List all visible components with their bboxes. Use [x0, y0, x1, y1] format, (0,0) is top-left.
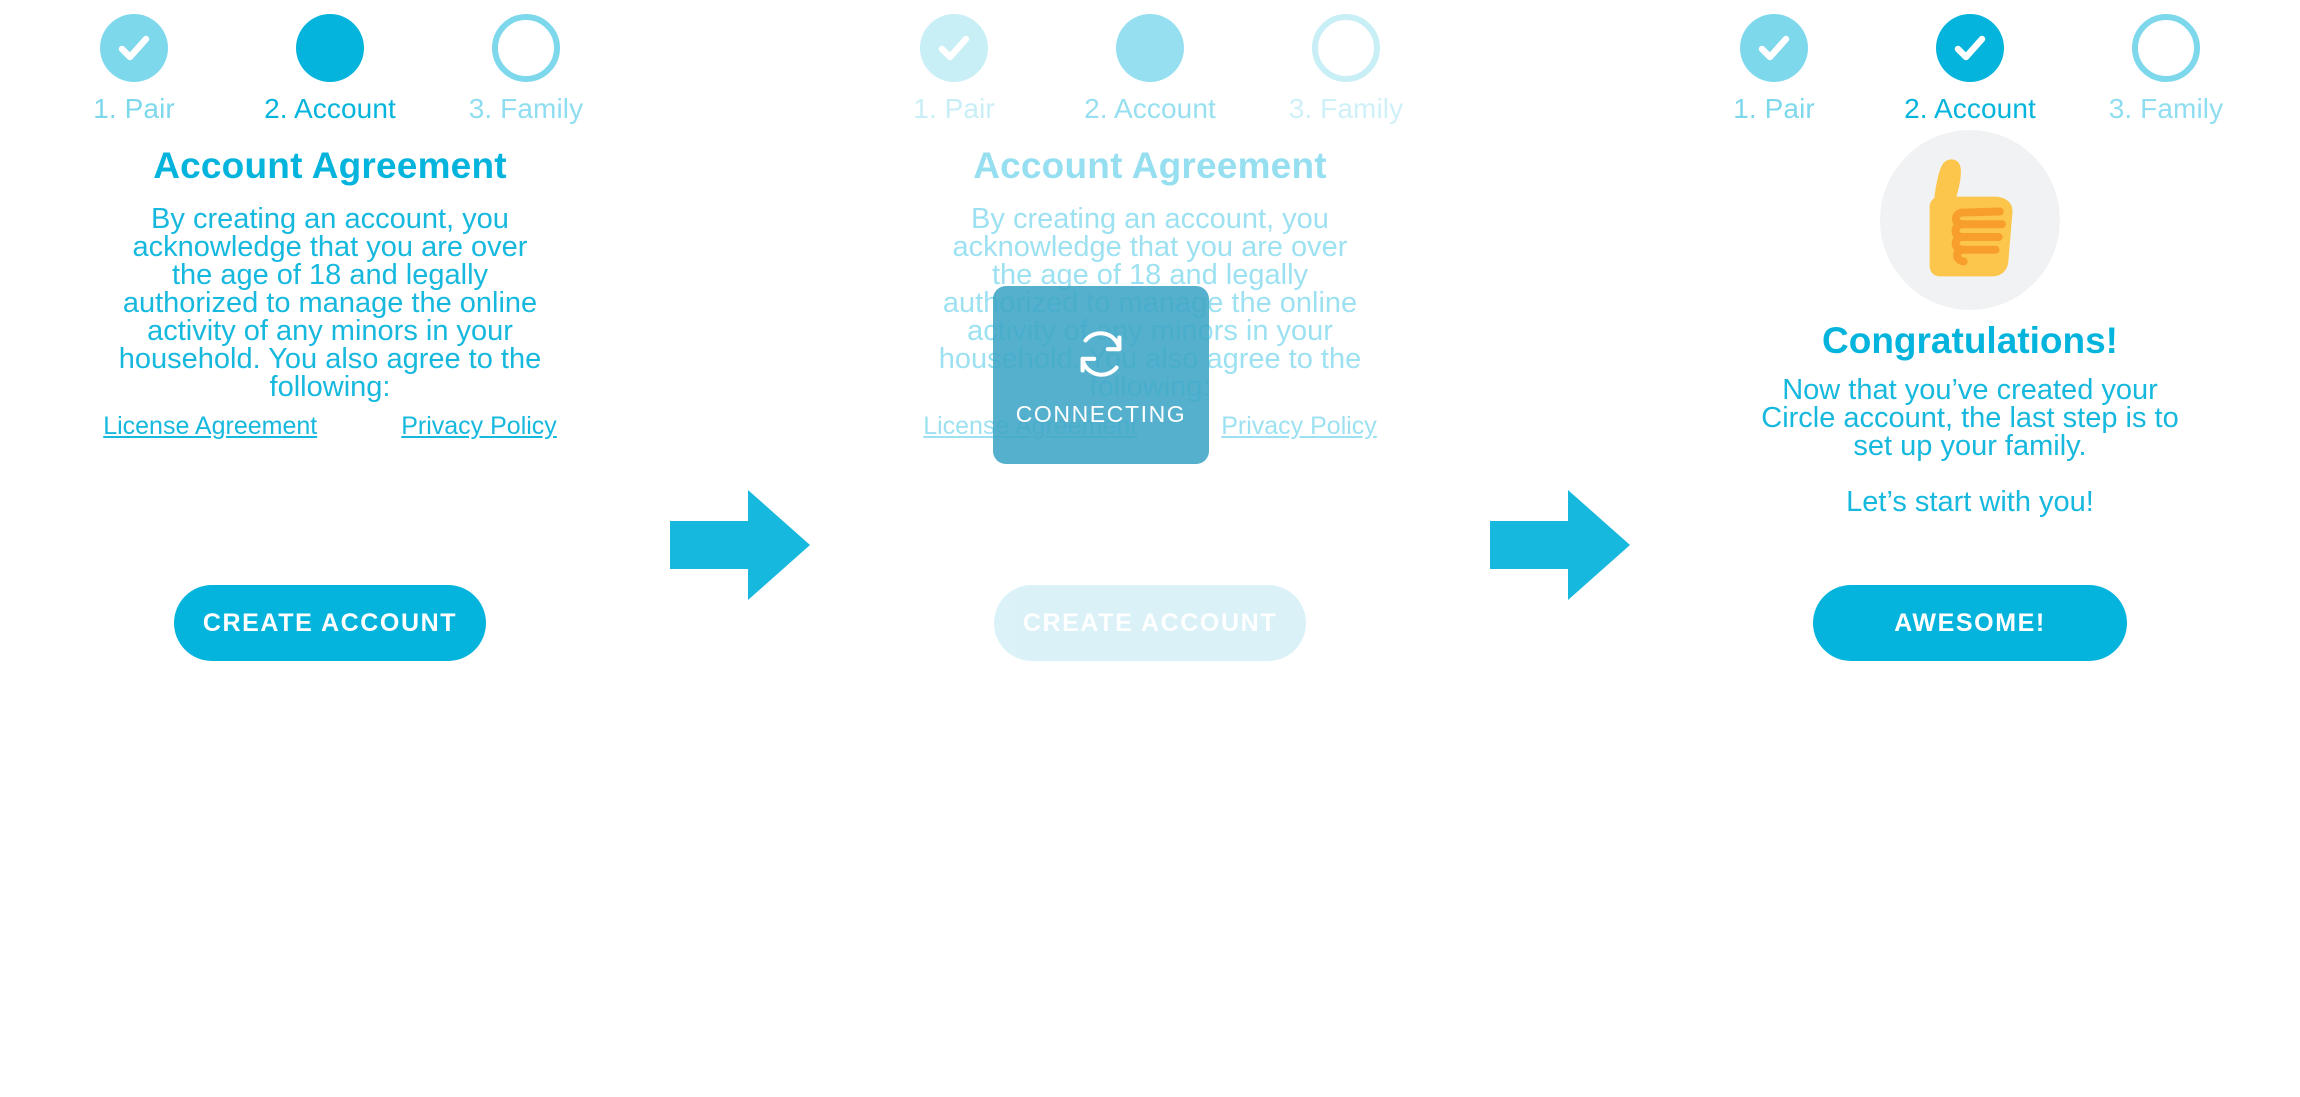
step-pair-label: 1. Pair	[93, 93, 175, 124]
cta-row: AWESOME!	[1640, 585, 2300, 661]
connecting-overlay: CONNECTING	[993, 286, 1209, 464]
agreement-line: the age of 18 and legally	[991, 259, 1309, 291]
awesome-button[interactable]: AWESOME!	[1813, 585, 2127, 661]
step-family-circle	[2132, 14, 2200, 82]
congrats-line: set up your family.	[1853, 430, 2087, 462]
agreement-body: By creating an account, you acknowledge …	[0, 203, 660, 403]
page-title: Account Agreement	[153, 145, 507, 186]
step-indicator-panel-3: 1. Pair 2. Account 3. Family	[1640, 14, 2300, 125]
panel-2-content: 1. Pair 2. Account 3. Family Account Agr…	[820, 0, 1480, 1097]
agreement-line: household. You also agree to the	[118, 343, 542, 375]
congratulations-body: Now that you’ve created your Circle acco…	[1640, 374, 2300, 518]
step-pair-circle	[100, 14, 168, 82]
right-arrow-icon	[670, 490, 810, 600]
step-pair[interactable]: 1. Pair	[36, 14, 232, 125]
step-family-label: 3. Family	[1288, 93, 1404, 124]
step-account-label: 2. Account	[264, 93, 396, 124]
agreement-line: acknowledge that you are over	[132, 231, 528, 263]
agreement-line: authorized to manage the online	[122, 287, 538, 319]
panel-congratulations: 1. Pair 2. Account 3. Family Congratulat…	[1640, 0, 2300, 1097]
create-account-button: CREATE ACCOUNT	[994, 585, 1306, 661]
step-pair-label: 1. Pair	[1733, 93, 1815, 124]
step-pair[interactable]: 1. Pair	[856, 14, 1052, 125]
step-account-circle	[1936, 14, 2004, 82]
agreement-line: the age of 18 and legally	[171, 259, 489, 291]
privacy-policy-link[interactable]: Privacy Policy	[401, 412, 557, 441]
agreement-line: By creating an account, you	[151, 203, 509, 235]
check-icon	[1758, 35, 1790, 61]
step-family-label: 3. Family	[2108, 93, 2224, 124]
step-family[interactable]: 3. Family	[1248, 14, 1444, 125]
account-setup-flow: 1. Pair 2. Account 3. Family Account Agr…	[0, 0, 2300, 1097]
step-account-label: 2. Account	[1904, 93, 2036, 124]
right-arrow-icon	[1490, 490, 1630, 600]
cta-row: CREATE ACCOUNT	[0, 585, 660, 661]
hero-illustration	[1640, 130, 2300, 310]
agreement-line: following:	[269, 371, 391, 403]
thumbs-up-icon	[1929, 159, 2013, 277]
agreement-line: By creating an account, you	[971, 203, 1329, 235]
step-family[interactable]: 3. Family	[2068, 14, 2264, 125]
thumb-backdrop	[1880, 130, 2060, 310]
panel-3-content: 1. Pair 2. Account 3. Family Congratulat…	[1640, 0, 2300, 1097]
page-title: Account Agreement	[973, 145, 1327, 186]
agreement-line: activity of any minors in your	[147, 315, 513, 347]
step-account[interactable]: 2. Account	[1052, 14, 1248, 125]
check-icon	[1954, 35, 1986, 61]
step-account[interactable]: 2. Account	[1872, 14, 2068, 125]
step-pair-circle	[920, 14, 988, 82]
step-family[interactable]: 3. Family	[428, 14, 624, 125]
step-pair-circle	[1740, 14, 1808, 82]
congrats-line: Circle account, the last step is to	[1761, 402, 2179, 434]
create-account-button[interactable]: CREATE ACCOUNT	[174, 585, 486, 661]
cta-row: CREATE ACCOUNT	[820, 585, 1480, 661]
congratulations-title: Congratulations!	[1822, 320, 2118, 361]
step-account-label: 2. Account	[1084, 93, 1216, 124]
flow-arrow-1-cell	[660, 0, 820, 1097]
sync-icon	[1080, 330, 1122, 377]
step-pair-label: 1. Pair	[913, 93, 995, 124]
agreement-line: acknowledge that you are over	[952, 231, 1348, 263]
license-agreement-link[interactable]: License Agreement	[103, 412, 317, 441]
step-indicator-panel-1: 1. Pair 2. Account 3. Family	[0, 14, 660, 125]
privacy-policy-link[interactable]: Privacy Policy	[1221, 412, 1377, 441]
congrats-line: Now that you’ve created your	[1782, 374, 2158, 406]
panel-connecting: 1. Pair 2. Account 3. Family Account Agr…	[820, 0, 1480, 1097]
step-account-circle	[1116, 14, 1184, 82]
check-icon	[118, 35, 150, 61]
connecting-label: CONNECTING	[1015, 400, 1187, 427]
step-family-circle	[492, 14, 560, 82]
panel-1-content: 1. Pair 2. Account 3. Family Account Agr…	[0, 0, 660, 1097]
step-family-label: 3. Family	[468, 93, 584, 124]
step-account[interactable]: 2. Account	[232, 14, 428, 125]
congrats-line: Let’s start with you!	[1846, 486, 2094, 518]
step-family-circle	[1312, 14, 1380, 82]
step-pair[interactable]: 1. Pair	[1676, 14, 1872, 125]
step-indicator-panel-2: 1. Pair 2. Account 3. Family	[820, 14, 1480, 125]
step-account-circle	[296, 14, 364, 82]
flow-arrow-2-cell	[1480, 0, 1640, 1097]
check-icon	[938, 35, 970, 61]
legal-links: License Agreement Privacy Policy	[0, 412, 660, 441]
panel-account-agreement: 1. Pair 2. Account 3. Family Account Agr…	[0, 0, 660, 1097]
congrats-spacer	[1640, 460, 2300, 488]
